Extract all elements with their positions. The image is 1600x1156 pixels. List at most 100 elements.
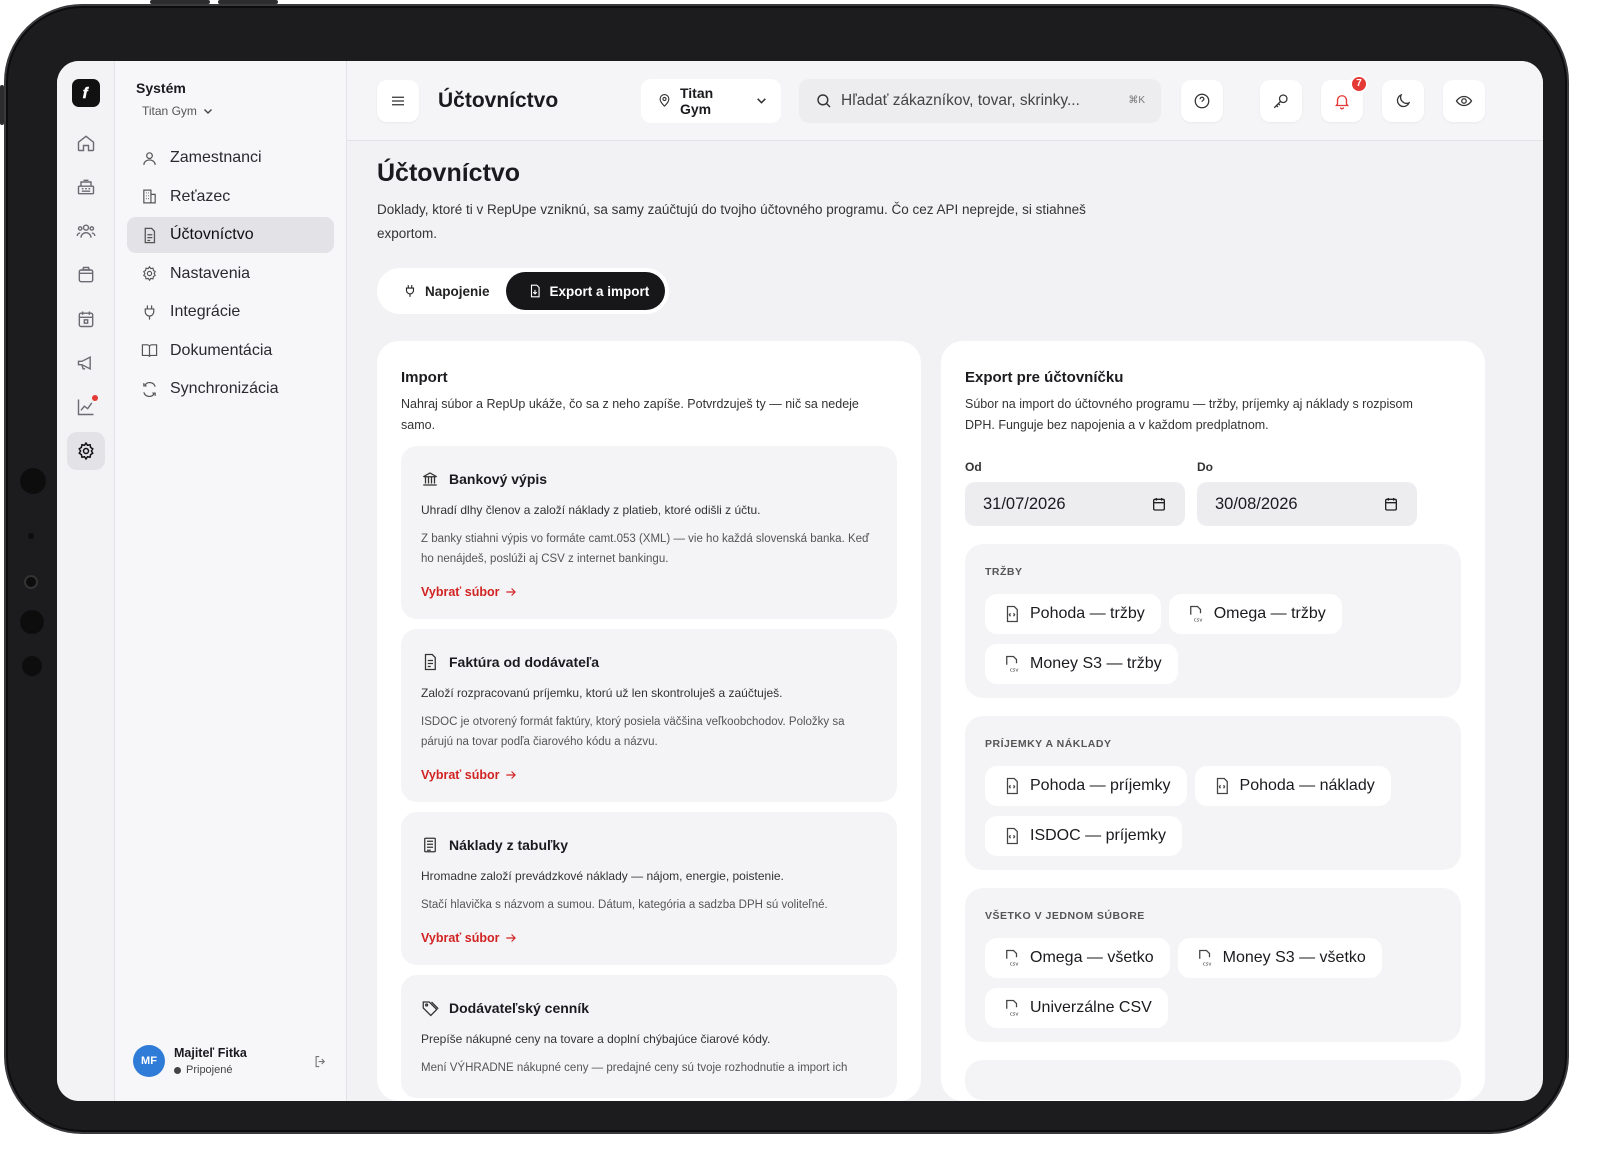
export-isdoc-prijemky-button[interactable]: ISDOC — príjemky [985, 816, 1183, 856]
arrow-right-icon [506, 588, 517, 596]
megaphone-icon[interactable] [67, 344, 105, 382]
date-range: Od 31/07/2026 Do 30/08/2026 [965, 460, 1461, 526]
tab-label: Export a import [549, 283, 650, 299]
global-search-input[interactable]: Hľadať zákazníkov, tovar, skrinky... ⌘K [799, 78, 1161, 123]
import-title: Import [401, 369, 448, 386]
gym-selector[interactable]: Titan Gym [641, 78, 781, 123]
sidebar-item-uctovnictvo[interactable]: Účtovníctvo [127, 217, 334, 253]
search-icon [817, 93, 831, 108]
sidebar-item-integracie[interactable]: Integrácie [127, 294, 334, 330]
svg-text:csv: csv [1010, 1012, 1019, 1018]
tab-export-import[interactable]: Export a import [505, 272, 666, 310]
import-option-supplier-invoice: Faktúra od dodávateľa Založí rozpracovan… [401, 629, 897, 802]
avatar[interactable]: MF [133, 1045, 165, 1077]
export-universal-csv-button[interactable]: csv Univerzálne CSV [985, 988, 1168, 1028]
home-icon[interactable] [67, 124, 105, 162]
export-pohoda-naklady-button[interactable]: Pohoda — náklady [1194, 766, 1391, 806]
org-switcher[interactable]: Titan Gym [142, 104, 334, 118]
select-file-link[interactable]: Vybrať súbor [421, 931, 877, 945]
sidebar-item-synchronizacia[interactable]: Synchronizácia [127, 371, 334, 407]
export-money-vsetko-button[interactable]: csv Money S3 — všetko [1177, 938, 1382, 978]
import-option-note: ISDOC je otvorený formát faktúry, ktorý … [421, 716, 845, 748]
location-pin-icon [659, 94, 670, 107]
csv-file-icon: csv [1006, 949, 1019, 968]
import-option-text: Uhradí dlhy členov a založí náklady z pl… [421, 503, 761, 517]
plug-icon [405, 285, 415, 297]
chip-label: Omega — všetko [1030, 949, 1154, 966]
xml-file-icon [1006, 605, 1018, 623]
menu-toggle-button[interactable] [377, 79, 419, 122]
sidebar-item-label: Integrácie [170, 303, 241, 320]
settings-sidebar: Systém Titan Gym Zamestnanci Reťazec Účt… [115, 61, 347, 1101]
key-button[interactable] [1260, 79, 1302, 122]
export-pohoda-trzby-button[interactable]: Pohoda — tržby [985, 594, 1161, 634]
export-group-vsetko: VŠETKO V JEDNOM SÚBORE csv Omega — všetk… [965, 888, 1461, 1042]
plug-icon [144, 304, 155, 320]
calendar-icon[interactable] [67, 300, 105, 338]
sidebar-item-retazec[interactable]: Reťazec [127, 179, 334, 215]
select-file-link[interactable]: Vybrať súbor [421, 768, 877, 782]
link-label: Vybrať súbor [421, 768, 500, 782]
calendar-icon[interactable] [1383, 496, 1399, 512]
import-option-text: Založí rozpracovanú príjemku, ktorú už l… [421, 686, 783, 700]
main-area: Účtovníctvo Titan Gym Hľadať zákazníkov,… [347, 61, 1543, 1101]
export-group-prijemky: PRÍJEMKY A NÁKLADY Pohoda — príjemky Poh… [965, 716, 1461, 870]
building-icon [143, 189, 156, 204]
status-text: Pripojené [186, 1064, 233, 1076]
invoice-icon [424, 653, 436, 671]
sidebar-item-label: Nastavenia [170, 264, 251, 282]
sidebar-item-label: Účtovníctvo [170, 226, 254, 243]
sidebar-item-label: Zamestnanci [170, 149, 262, 166]
xml-file-icon [1006, 827, 1018, 845]
select-file-link[interactable]: Vybrať súbor [421, 585, 877, 599]
settings-icon[interactable] [66, 432, 105, 470]
sync-icon [143, 381, 156, 397]
xml-file-icon [1216, 777, 1228, 795]
sidebar-item-nastavenia[interactable]: Nastavenia [127, 256, 334, 292]
app-logo-icon[interactable]: 𝒇 [71, 79, 100, 107]
date-from-label: Od [965, 460, 982, 474]
date-from-input[interactable]: 31/07/2026 [965, 482, 1185, 526]
dark-mode-button[interactable] [1382, 79, 1424, 122]
export-omega-vsetko-button[interactable]: csv Omega — všetko [985, 938, 1170, 978]
spreadsheet-icon [424, 837, 436, 853]
link-label: Vybrať súbor [421, 931, 500, 945]
page-title: Účtovníctvo [438, 88, 559, 112]
sidebar-item-label: Dokumentácia [170, 341, 273, 359]
date-to-input[interactable]: 30/08/2026 [1197, 482, 1417, 526]
export-pohoda-prijemky-button[interactable]: Pohoda — príjemky [985, 766, 1187, 806]
sidebar-title: Systém [136, 80, 186, 96]
sidebar-item-dokumentacia[interactable]: Dokumentácia [127, 333, 334, 369]
org-name: Titan Gym [142, 104, 197, 118]
section-tabs: Napojenie Export a import [377, 268, 670, 314]
export-group-partial [965, 1060, 1461, 1100]
book-icon [141, 344, 158, 357]
camera-lens [20, 610, 44, 634]
document-icon [144, 227, 156, 243]
export-money-trzby-button[interactable]: csv Money S3 — tržby [985, 644, 1178, 684]
box-icon[interactable] [67, 256, 105, 294]
cash-register-icon[interactable] [67, 168, 105, 206]
calendar-icon[interactable] [1151, 496, 1167, 512]
export-group-title: PRÍJEMKY A NÁKLADY [985, 738, 1112, 750]
users-icon[interactable] [67, 212, 105, 250]
help-button[interactable] [1181, 79, 1223, 122]
notifications-button[interactable]: 7 [1321, 74, 1368, 122]
camera-flash [24, 575, 38, 589]
export-omega-trzby-button[interactable]: csv Omega — tržby [1168, 594, 1342, 634]
chip-label: ISDOC — príjemky [1030, 827, 1167, 844]
chart-icon[interactable] [67, 388, 105, 426]
import-option-price-list: Dodávateľský cenník Prepíše nákupné ceny… [401, 975, 897, 1098]
date-to-label: Do [1197, 460, 1213, 474]
import-description: Nahraj súbor a RepUp ukáže, čo sa z neho… [401, 397, 859, 432]
import-option-title: Náklady z tabuľky [449, 837, 568, 853]
sidebar-item-label: Synchronizácia [170, 380, 279, 397]
preview-button[interactable] [1443, 79, 1485, 122]
import-option-expenses-table: Náklady z tabuľky Hromadne založí prevád… [401, 812, 897, 965]
svg-text:csv: csv [1010, 962, 1019, 968]
csv-file-icon: csv [1006, 655, 1018, 673]
tab-napojenie[interactable]: Napojenie [381, 272, 506, 310]
sidebar-item-zamestnanci[interactable]: Zamestnanci [127, 140, 334, 176]
icon-rail: 𝒇 [57, 61, 115, 1101]
logout-icon[interactable] [313, 1054, 328, 1069]
